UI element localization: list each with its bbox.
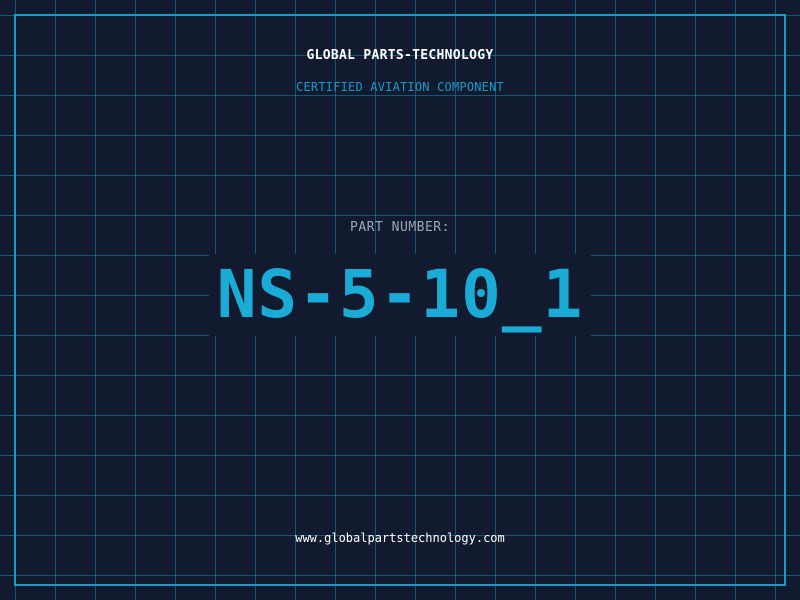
part-label-card: GLOBAL PARTS-TECHNOLOGY CERTIFIED AVIATI… [0,0,800,600]
part-number-container: NS-5-10_1 [0,254,800,336]
certification-subtitle: CERTIFIED AVIATION COMPONENT [296,80,504,94]
part-number-label: PART NUMBER: [350,220,450,235]
company-name: GLOBAL PARTS-TECHNOLOGY [306,48,494,63]
part-number-value: NS-5-10_1 [208,254,592,336]
website-url: www.globalpartstechnology.com [295,531,505,545]
